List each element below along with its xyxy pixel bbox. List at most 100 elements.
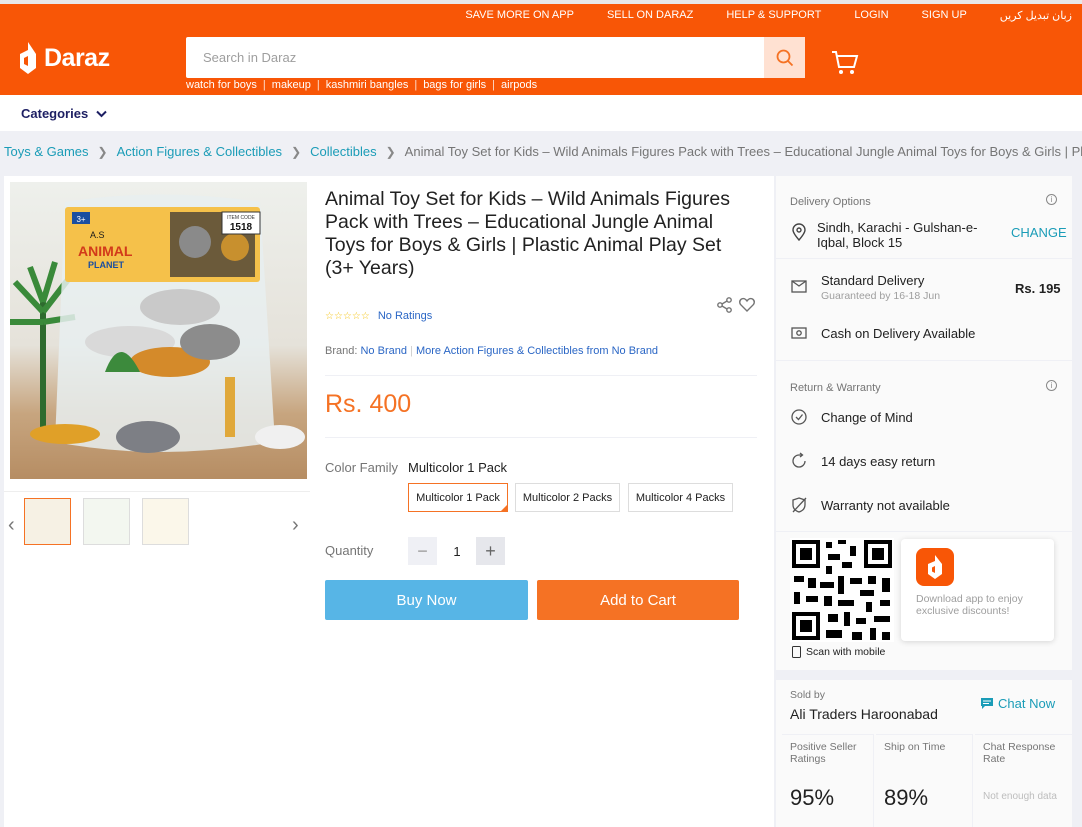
sell-on-daraz-link[interactable]: SELL ON DARAZ	[607, 9, 693, 22]
more-from-brand-link[interactable]: More Action Figures & Collectibles from …	[416, 345, 658, 357]
quantity-label: Quantity	[325, 543, 374, 558]
save-more-on-app-link[interactable]: SAVE MORE ON APP	[465, 9, 574, 22]
help-support-link[interactable]: HELP & SUPPORT	[726, 9, 821, 22]
quantity-value[interactable]: 1	[444, 537, 470, 565]
qr-code-icon[interactable]	[790, 538, 894, 642]
thumbnail-strip: ‹ ›	[4, 491, 310, 551]
cart-button[interactable]	[831, 50, 859, 81]
cash-icon	[791, 327, 807, 339]
change-of-mind-icon	[791, 409, 807, 425]
warranty-label: Warranty not available	[821, 498, 950, 513]
site-header: SAVE MORE ON APP SELL ON DARAZ HELP & SU…	[0, 0, 1082, 95]
color-option[interactable]: Multicolor 1 Pack	[408, 483, 508, 512]
product-photo-illustration: 3+ A.S ANIMAL PLANET ITEM CODE 1518	[10, 194, 305, 453]
chat-now-label: Chat Now	[998, 696, 1056, 711]
suggestion-link[interactable]: airpods	[501, 79, 537, 91]
daraz-app-icon	[916, 548, 954, 586]
thumbnail[interactable]	[83, 498, 130, 545]
chevron-left-icon[interactable]: ‹	[8, 514, 15, 537]
categories-label: Categories	[21, 106, 89, 121]
brand-line: Brand: No Brand | More Action Figures & …	[325, 345, 659, 357]
breadcrumb-link[interactable]: Action Figures & Collectibles	[117, 144, 282, 159]
svg-text:PLANET: PLANET	[88, 260, 125, 270]
seller-stat: Ship on Time 89%	[876, 734, 973, 827]
svg-text:ITEM CODE: ITEM CODE	[227, 215, 255, 221]
change-language-link[interactable]: زبان تبدیل کریں	[1000, 9, 1072, 22]
delivery-guarantee: Guaranteed by 16-18 Jun	[821, 290, 941, 302]
breadcrumb-link[interactable]: Collectibles	[310, 144, 376, 159]
search-button[interactable]	[764, 37, 805, 78]
no-warranty-icon	[792, 497, 807, 513]
sold-by-label: Sold by	[790, 689, 826, 701]
product-price: Rs. 400	[325, 390, 412, 418]
ratings-link[interactable]: No Ratings	[378, 310, 432, 322]
share-wishlist	[716, 296, 756, 314]
delivery-fee: Rs. 195	[1015, 281, 1061, 296]
seller-name[interactable]: Ali Traders Haroonabad	[790, 706, 938, 722]
chat-now-button[interactable]: Chat Now	[981, 696, 1055, 711]
suggestion-link[interactable]: bags for girls	[423, 79, 486, 91]
stat-value: 95%	[790, 785, 835, 810]
change-of-mind-label: Change of Mind	[821, 410, 913, 425]
svg-text:3+: 3+	[76, 215, 85, 224]
quantity-increase-button[interactable]: +	[476, 537, 505, 565]
product-image[interactable]: 3+ A.S ANIMAL PLANET ITEM CODE 1518	[10, 182, 307, 479]
login-link[interactable]: LOGIN	[854, 9, 888, 22]
standard-delivery-label: Standard Delivery	[821, 273, 925, 288]
stat-value: Not enough data	[983, 791, 1057, 802]
thumbnail[interactable]	[24, 498, 71, 545]
color-family-value: Multicolor 1 Pack	[408, 460, 507, 475]
thumbnail[interactable]	[142, 498, 189, 545]
location-pin-icon	[792, 223, 806, 241]
search-bar	[186, 37, 805, 78]
star-rating-icon: ☆☆☆☆☆	[325, 310, 370, 322]
daraz-logo[interactable]: Daraz	[18, 42, 110, 74]
delivery-box-icon	[791, 280, 807, 293]
breadcrumb-link[interactable]: Toys & Games	[4, 144, 89, 159]
breadcrumb-current: Animal Toy Set for Kids – Wild Animals F…	[404, 144, 1082, 159]
color-family-label: Color Family	[325, 460, 398, 475]
divider	[325, 437, 757, 438]
brand-link[interactable]: No Brand	[360, 345, 406, 357]
signup-link[interactable]: SIGN UP	[922, 9, 967, 22]
suggestion-link[interactable]: makeup	[272, 79, 311, 91]
suggestion-link[interactable]: watch for boys	[186, 79, 257, 91]
easy-return-label: 14 days easy return	[821, 454, 936, 469]
info-icon[interactable]: i	[1046, 194, 1057, 205]
delivery-location: Sindh, Karachi - Gulshan-e-Iqbal, Block …	[817, 220, 978, 250]
return-icon	[792, 452, 806, 468]
color-option[interactable]: Multicolor 2 Packs	[515, 483, 620, 512]
chevron-down-icon	[96, 110, 107, 117]
categories-menu[interactable]: Categories	[21, 106, 107, 121]
scan-with-mobile: Scan with mobile	[792, 646, 885, 658]
breadcrumb: Toys & Games ❯ Action Figures & Collecti…	[4, 144, 1082, 159]
svg-text:ANIMAL: ANIMAL	[78, 243, 133, 259]
stat-label: Chat Response Rate	[983, 741, 1056, 765]
ratings: ☆☆☆☆☆ No Ratings	[325, 310, 432, 322]
chevron-right-icon[interactable]: ›	[292, 514, 299, 537]
product-main-card: 3+ A.S ANIMAL PLANET ITEM CODE 1518 ‹ › …	[4, 176, 774, 827]
chat-icon	[981, 698, 993, 709]
quantity-decrease-button[interactable]: −	[408, 537, 437, 565]
color-option[interactable]: Multicolor 4 Packs	[628, 483, 733, 512]
download-app-card[interactable]: Download app to enjoy exclusive discount…	[901, 539, 1054, 641]
divider	[776, 531, 1072, 532]
add-to-cart-button[interactable]: Add to Cart	[537, 580, 739, 620]
return-warranty-title: Return & Warranty	[790, 382, 881, 394]
suggestion-link[interactable]: kashmiri bangles	[326, 79, 409, 91]
daraz-logo-icon	[928, 555, 942, 579]
scan-label: Scan with mobile	[806, 646, 886, 658]
stat-label: Ship on Time	[884, 741, 946, 753]
divider	[325, 375, 757, 376]
share-icon[interactable]	[716, 296, 734, 314]
info-icon[interactable]: i	[1046, 380, 1057, 391]
search-input[interactable]	[186, 37, 764, 78]
change-location-link[interactable]: CHANGE	[1011, 225, 1067, 240]
buy-now-button[interactable]: Buy Now	[325, 580, 528, 620]
divider	[776, 360, 1072, 361]
cart-icon	[832, 51, 859, 74]
seller-panel: Sold by Ali Traders Haroonabad Chat Now …	[776, 680, 1072, 827]
mobile-icon	[792, 646, 801, 658]
heart-icon[interactable]	[738, 297, 756, 313]
stat-label: Positive Seller Ratings	[790, 741, 857, 765]
